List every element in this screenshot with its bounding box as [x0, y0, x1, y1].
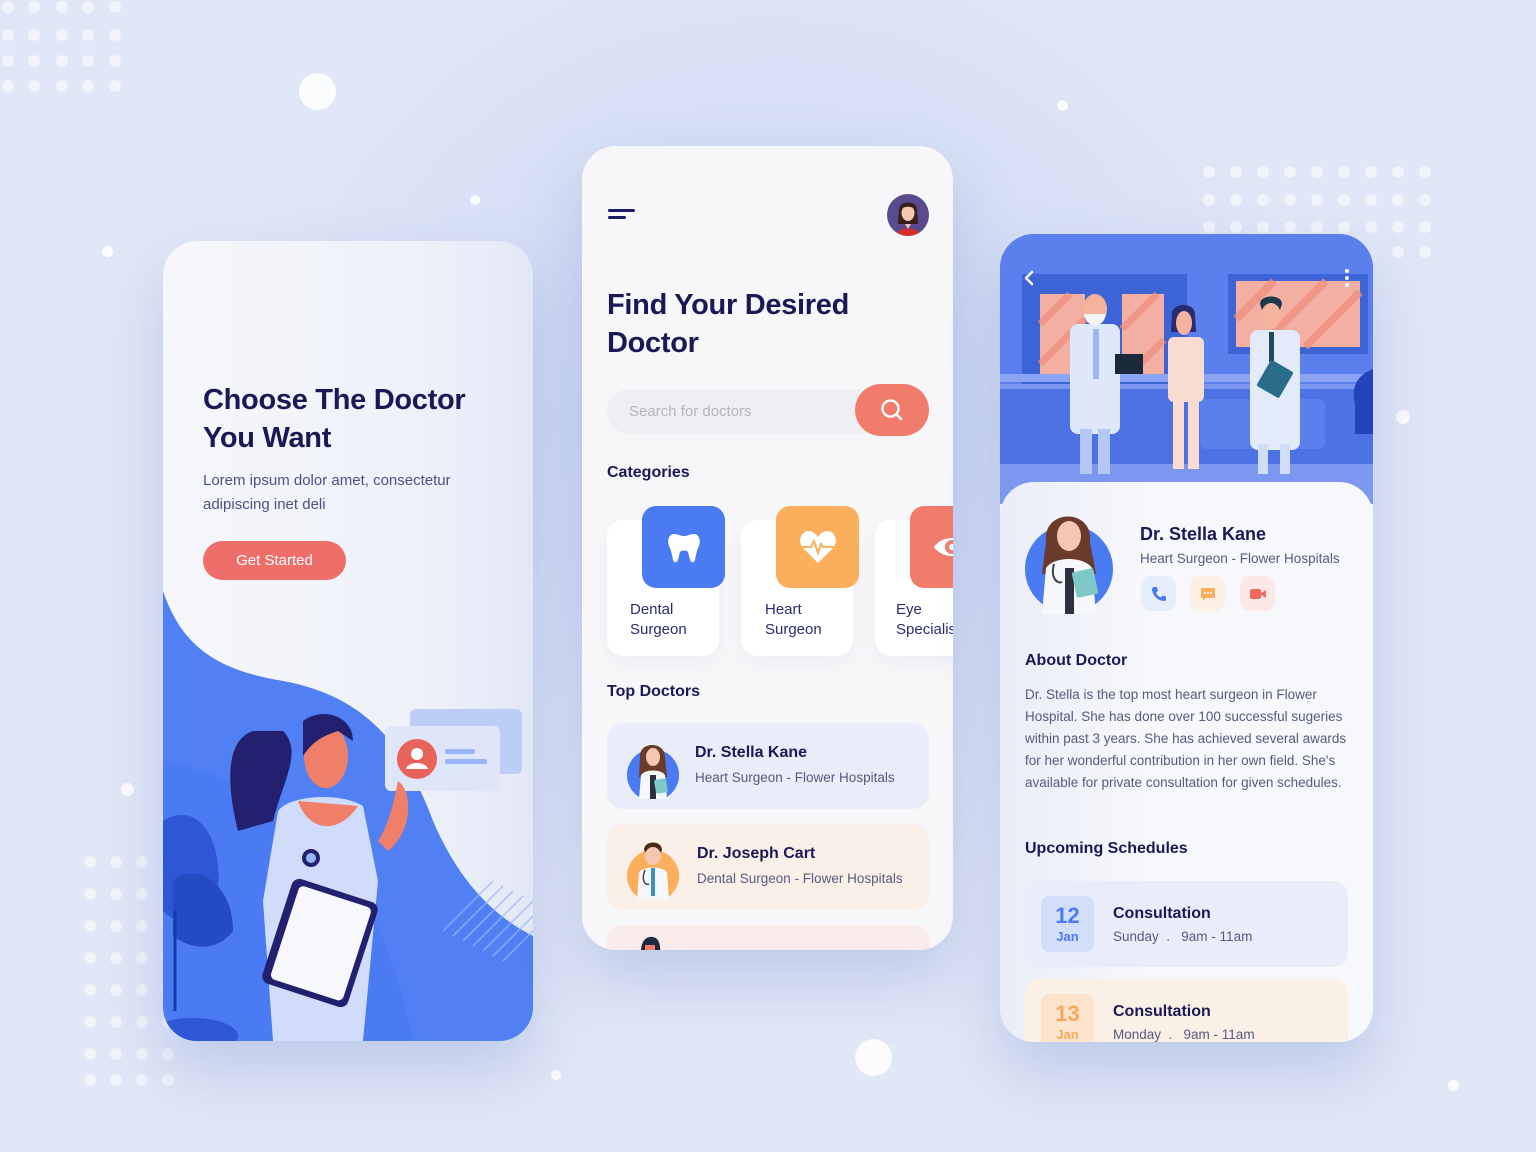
title-line-2: Doctor — [607, 327, 699, 359]
decorative-bubble — [1396, 410, 1410, 424]
doctor-avatar — [627, 842, 679, 900]
category-heart-tile[interactable] — [776, 506, 859, 588]
chat-icon — [1200, 587, 1215, 601]
decorative-bubble — [299, 73, 336, 110]
search-icon — [881, 399, 903, 421]
schedule-time: Sunday . 9am - 11am — [1113, 929, 1253, 944]
schedule-item[interactable]: 12 Jan Consultation Sunday . 9am - 11am — [1025, 881, 1348, 967]
call-button[interactable] — [1141, 576, 1176, 611]
category-label: Eye Specialist — [896, 601, 953, 638]
decorative-bubble — [102, 246, 113, 257]
doctor-avatar — [640, 936, 661, 950]
category-dental-tile[interactable] — [642, 506, 725, 588]
title-line-1: Find Your Desired — [607, 289, 849, 321]
schedule-month: Jan — [1056, 1027, 1079, 1042]
schedule-title: Consultation — [1113, 1003, 1211, 1020]
schedule-item[interactable]: 13 Jan Consultation Monday . 9am - 11am — [1025, 979, 1348, 1042]
category-label: Dental Surgeon — [630, 601, 687, 638]
onboarding-subtitle: Lorem ipsum dolor amet, consectetur adip… — [203, 472, 451, 513]
home-title: Find Your Desired Doctor — [607, 286, 849, 362]
video-call-button[interactable] — [1240, 576, 1275, 611]
doctor-name: Dr. Stella Kane — [695, 744, 808, 761]
decorative-bubble — [121, 783, 134, 796]
doctor-specialty: Heart Surgeon - Flower Hospitals — [1140, 551, 1340, 566]
decorative-bubble — [1448, 1080, 1459, 1091]
title-line-2: You Want — [203, 422, 332, 454]
doctor-card-partial[interactable] — [607, 925, 929, 950]
more-vertical-icon-dot — [1345, 269, 1349, 273]
top-doctors-heading: Top Doctors — [607, 683, 701, 700]
decorative-bubble — [1057, 100, 1068, 111]
get-started-button[interactable]: Get Started — [203, 541, 346, 580]
search-input[interactable] — [629, 389, 849, 434]
doctor-detail-screen: Dr. Stella Kane Heart Surgeon - Flower H… — [1000, 234, 1373, 1042]
category-eye-tile[interactable] — [910, 506, 953, 588]
decorative-bubble — [855, 1039, 892, 1076]
doctor-specialty: Heart Surgeon - Flower Hospitals — [695, 770, 895, 785]
heart-pulse-icon — [799, 531, 836, 563]
doctor-card[interactable]: Dr. Joseph Cart Dental Surgeon - Flower … — [607, 824, 929, 910]
more-options-button[interactable] — [1339, 267, 1355, 289]
doctor-profile-avatar — [1025, 516, 1113, 614]
doctor-specialty: Dental Surgeon - Flower Hospitals — [697, 871, 903, 886]
doctor-name: Dr. Joseph Cart — [697, 845, 816, 862]
schedule-date-badge: 13 Jan — [1041, 994, 1094, 1042]
onboarding-screen: Choose The Doctor You Want Lorem ipsum d… — [163, 241, 533, 1041]
chevron-left-icon — [1024, 270, 1034, 286]
schedule-date-badge: 12 Jan — [1041, 896, 1094, 952]
home-screen: Find Your Desired Doctor Categories Dent… — [582, 146, 953, 950]
search-bar — [607, 384, 929, 436]
doctor-avatar — [627, 745, 679, 799]
doctor-name: Dr. Stella Kane — [1140, 524, 1267, 544]
schedule-day: 13 — [1055, 1001, 1080, 1026]
schedule-month: Jan — [1056, 929, 1079, 944]
category-label: Heart Surgeon — [765, 601, 822, 638]
decorative-dot-grid-top-left — [0, 0, 130, 95]
decorative-bubble — [470, 195, 480, 205]
hamburger-menu-icon[interactable] — [608, 209, 638, 225]
doctor-illustration — [163, 591, 533, 1041]
schedule-day: 12 — [1055, 903, 1080, 928]
schedule-title: Consultation — [1113, 905, 1211, 922]
hospital-illustration — [1000, 234, 1373, 504]
search-button[interactable] — [855, 384, 929, 436]
onboarding-title: Choose The Doctor You Want — [203, 381, 466, 457]
phone-icon — [1151, 586, 1166, 601]
tooth-icon — [667, 534, 700, 563]
schedule-time: Monday . 9am - 11am — [1113, 1027, 1255, 1042]
about-doctor-heading: About Doctor — [1025, 652, 1128, 669]
categories-heading: Categories — [607, 464, 690, 481]
upcoming-schedules-heading: Upcoming Schedules — [1025, 840, 1188, 857]
title-line-1: Choose The Doctor — [203, 384, 466, 416]
message-button[interactable] — [1190, 576, 1225, 611]
about-doctor-text: Dr. Stella is the top most heart surgeon… — [1025, 687, 1347, 790]
doctor-card[interactable]: Dr. Stella Kane Heart Surgeon - Flower H… — [607, 723, 929, 809]
back-button[interactable] — [1018, 267, 1040, 289]
decorative-bubble — [551, 1070, 561, 1080]
user-avatar[interactable] — [887, 194, 929, 236]
eye-icon — [933, 538, 953, 556]
video-icon — [1249, 588, 1266, 599]
